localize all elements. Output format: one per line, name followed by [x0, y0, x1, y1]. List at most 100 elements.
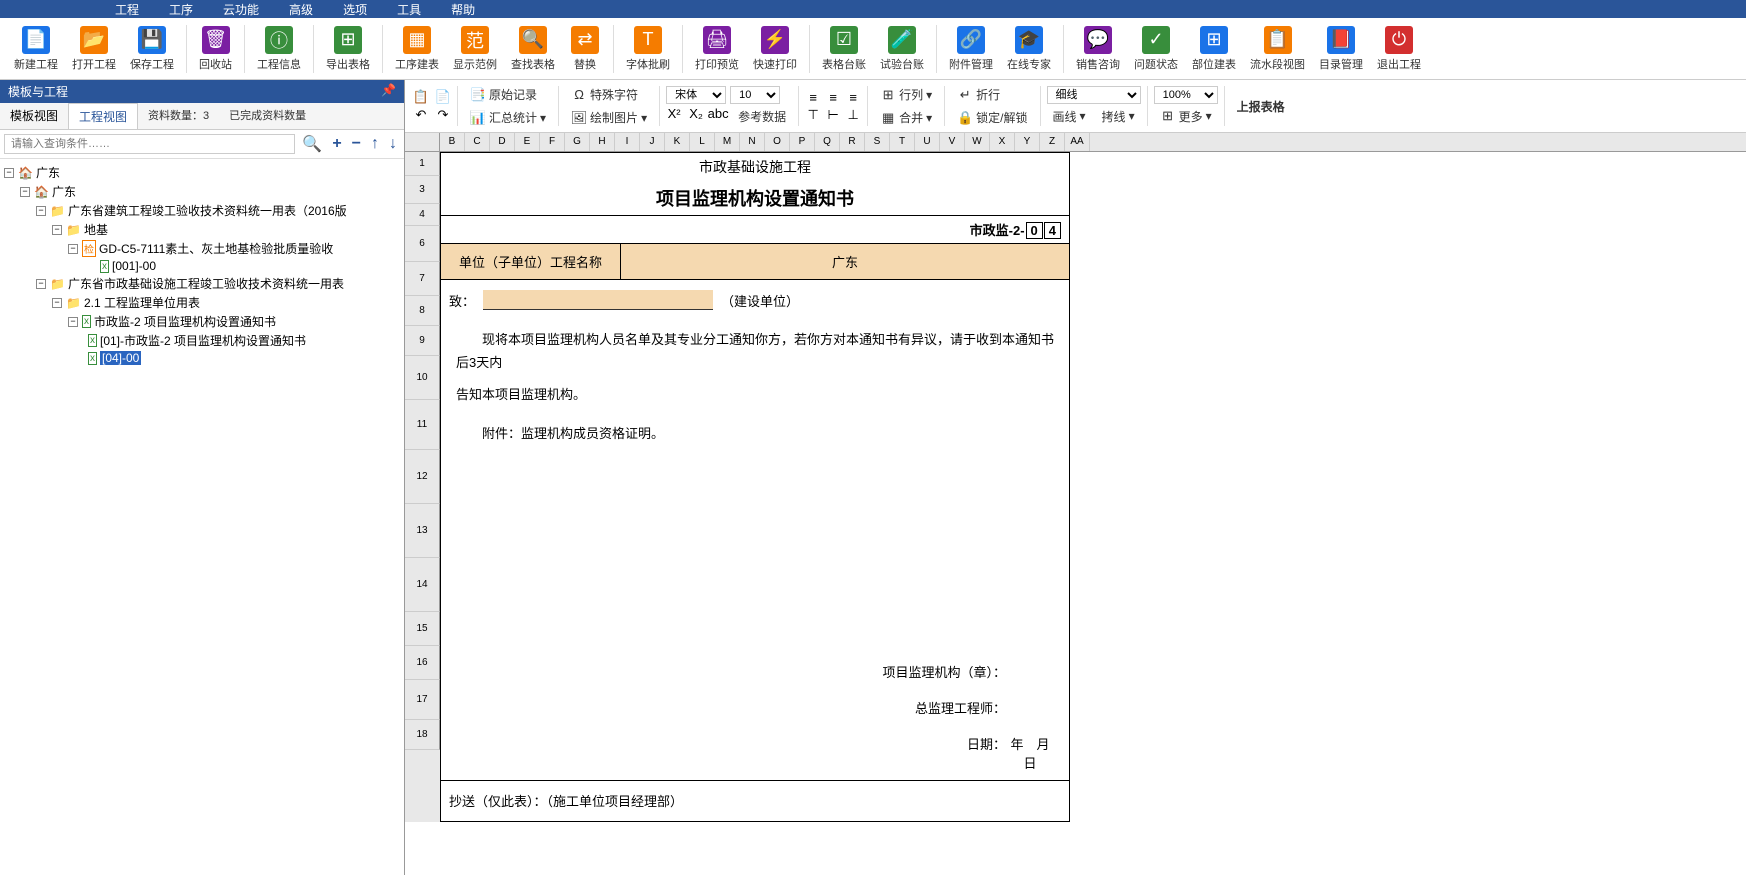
column-header[interactable]: T	[890, 133, 915, 151]
column-header[interactable]: S	[865, 133, 890, 151]
ribbon-button[interactable]: 🧪试验台账	[874, 24, 930, 74]
row-header[interactable]: 6	[405, 226, 440, 262]
sig-org-input[interactable]	[1006, 662, 1054, 682]
column-header[interactable]: X	[990, 133, 1015, 151]
menu-item[interactable]: 选项	[328, 1, 382, 18]
tree-node[interactable]: GD-C5-7111素土、灰土地基检验批质量验收	[99, 240, 333, 257]
row-header[interactable]: 8	[405, 296, 440, 326]
column-header[interactable]: M	[715, 133, 740, 151]
row-header[interactable]: 11	[405, 400, 440, 450]
lock-button[interactable]: 🔒锁定/解锁	[951, 107, 1033, 128]
align-center-icon[interactable]: ≡	[825, 89, 841, 105]
column-header[interactable]: L	[690, 133, 715, 151]
tree-node[interactable]: 市政监-2 项目监理机构设置通知书	[94, 313, 276, 330]
valign-bot-icon[interactable]: ⊥	[845, 107, 861, 123]
row-header[interactable]: 1	[405, 152, 440, 176]
tree-node[interactable]: 广东	[52, 183, 76, 200]
pin-icon[interactable]: 📌	[381, 83, 396, 100]
ribbon-button[interactable]: ⊞部位建表	[1186, 24, 1242, 74]
tree-toggle[interactable]: −	[36, 206, 46, 216]
column-header[interactable]: Q	[815, 133, 840, 151]
tree-node[interactable]: 地基	[84, 221, 108, 238]
more-button[interactable]: ⊞更多 ▾	[1154, 106, 1218, 127]
ref-data-button[interactable]: 参考数据	[732, 106, 792, 127]
tree-toggle[interactable]: −	[20, 187, 30, 197]
merge-button[interactable]: ▦合并 ▾	[874, 107, 938, 128]
align-right-icon[interactable]: ≡	[845, 89, 861, 105]
row-header[interactable]: 9	[405, 326, 440, 356]
tree-toggle[interactable]: −	[52, 298, 62, 308]
ribbon-button[interactable]: 📄新建工程	[8, 24, 64, 74]
ribbon-button[interactable]: 范显示范例	[447, 24, 503, 74]
menu-item[interactable]: 云功能	[208, 1, 274, 18]
tree-node[interactable]: 2.1 工程监理单位用表	[84, 294, 200, 311]
sig-eng-input[interactable]	[1006, 698, 1054, 718]
ribbon-button[interactable]: ⏻退出工程	[1371, 24, 1427, 74]
size-select[interactable]: 10	[730, 86, 780, 104]
column-header[interactable]: I	[615, 133, 640, 151]
row-header[interactable]: 4	[405, 204, 440, 226]
up-icon[interactable]: ↑	[368, 135, 382, 153]
menu-item[interactable]: 工程	[100, 1, 154, 18]
column-header[interactable]: U	[915, 133, 940, 151]
row-header[interactable]: 18	[405, 720, 440, 750]
row-header[interactable]: 3	[405, 176, 440, 204]
tree-toggle[interactable]: −	[68, 317, 78, 327]
row-header[interactable]: 12	[405, 450, 440, 504]
corner-cell[interactable]	[405, 133, 440, 151]
tree-root[interactable]: 广东	[36, 164, 60, 181]
original-record-button[interactable]: 📑原始记录	[464, 84, 552, 105]
column-header[interactable]: D	[490, 133, 515, 151]
rowcol-button[interactable]: ⊞行列 ▾	[874, 84, 938, 105]
tree-leaf-selected[interactable]: [04]-00	[100, 351, 141, 365]
tab-template-view[interactable]: 模板视图	[0, 103, 68, 129]
menu-item[interactable]: 帮助	[436, 1, 490, 18]
valign-mid-icon[interactable]: ⊢	[825, 107, 841, 123]
menu-item[interactable]: 高级	[274, 1, 328, 18]
column-header[interactable]: Z	[1040, 133, 1065, 151]
zoom-select[interactable]: 100%	[1154, 86, 1218, 104]
font-select[interactable]: 宋体	[666, 86, 726, 104]
ribbon-button[interactable]: ✓问题状态	[1128, 24, 1184, 74]
undo-icon[interactable]: ↶	[413, 107, 429, 123]
menu-item[interactable]: 工序	[154, 1, 208, 18]
row-header[interactable]: 7	[405, 262, 440, 296]
tab-project-view[interactable]: 工程视图	[68, 103, 138, 129]
column-header[interactable]: K	[665, 133, 690, 151]
ribbon-button[interactable]: 📕目录管理	[1313, 24, 1369, 74]
row-header[interactable]: 17	[405, 680, 440, 720]
spreadsheet[interactable]: BCDEFGHIJKLMNOPQRSTUVWXYZAA 134678910111…	[405, 133, 1746, 875]
column-header[interactable]: W	[965, 133, 990, 151]
column-header[interactable]: B	[440, 133, 465, 151]
column-header[interactable]: O	[765, 133, 790, 151]
valign-top-icon[interactable]: ⊤	[805, 107, 821, 123]
align-left-icon[interactable]: ≡	[805, 89, 821, 105]
ribbon-button[interactable]: T字体批刷	[620, 24, 676, 74]
column-header[interactable]: Y	[1015, 133, 1040, 151]
tree-toggle[interactable]: −	[36, 279, 46, 289]
copyline-button[interactable]: 拷线 ▾	[1096, 106, 1141, 127]
row-header[interactable]: 16	[405, 646, 440, 680]
ribbon-button[interactable]: 🎓在线专家	[1001, 24, 1057, 74]
stats-button[interactable]: 📊汇总统计 ▾	[464, 107, 552, 128]
sig-date-input[interactable]: 年 月 日	[1006, 734, 1054, 772]
row-header[interactable]: 15	[405, 612, 440, 646]
cc-input[interactable]	[691, 791, 871, 811]
tree-node[interactable]: 广东省建筑工程竣工验收技术资料统一用表（2016版	[68, 202, 347, 219]
down-icon[interactable]: ↓	[386, 135, 400, 153]
tree-leaf[interactable]: [01]-市政监-2 项目监理机构设置通知书	[100, 332, 306, 349]
remove-icon[interactable]: −	[349, 135, 364, 153]
tree-toggle[interactable]: −	[4, 168, 14, 178]
ribbon-button[interactable]: ⚡快速打印	[747, 24, 803, 74]
tree-leaf[interactable]: [001]-00	[112, 259, 156, 273]
redo-icon[interactable]: ↷	[435, 107, 451, 123]
column-header[interactable]: F	[540, 133, 565, 151]
subscript-icon[interactable]: X₂	[688, 106, 704, 122]
superscript-icon[interactable]: X²	[666, 106, 682, 122]
column-header[interactable]: V	[940, 133, 965, 151]
brush-button[interactable]: 画线 ▾	[1047, 106, 1092, 127]
add-icon[interactable]: +	[329, 135, 344, 153]
column-header[interactable]: H	[590, 133, 615, 151]
draw-image-button[interactable]: 🖼绘制图片 ▾	[565, 107, 653, 128]
ribbon-button[interactable]: 🗑回收站	[193, 24, 238, 74]
